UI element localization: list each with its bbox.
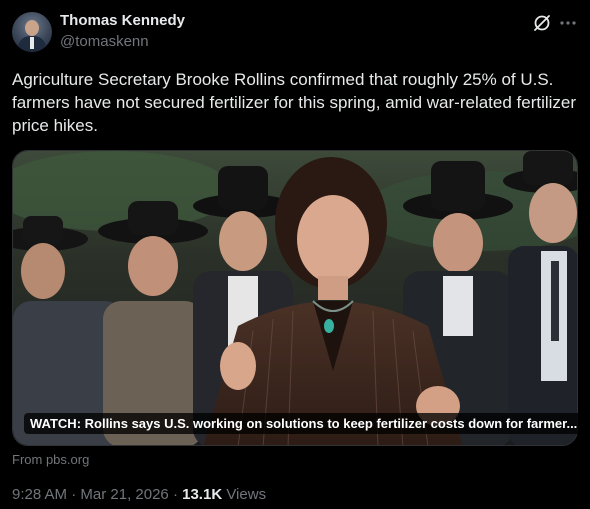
media-photo[interactable] xyxy=(13,151,578,446)
views-count[interactable]: 13.1K xyxy=(182,486,222,503)
tweet: Thomas Kennedy @tomaskenn Agriculture Se… xyxy=(0,0,590,509)
tweet-meta: 9:28 AM · Mar 21, 2026 · 13.1K Views xyxy=(12,486,266,503)
media-card[interactable] xyxy=(12,150,578,446)
meta-separator: · xyxy=(71,486,77,503)
views-label: Views xyxy=(226,486,267,503)
author-handle[interactable]: @tomaskenn xyxy=(60,33,149,50)
grok-icon[interactable] xyxy=(532,13,552,33)
link-source[interactable]: From pbs.org xyxy=(12,452,89,467)
media-caption[interactable]: WATCH: Rollins says U.S. working on solu… xyxy=(24,413,584,434)
more-horizontal-icon[interactable] xyxy=(558,13,578,33)
author-name[interactable]: Thomas Kennedy xyxy=(60,12,185,29)
tweet-text: Agriculture Secretary Brooke Rollins con… xyxy=(12,70,577,135)
tweet-time[interactable]: 9:28 AM xyxy=(12,486,67,503)
avatar[interactable] xyxy=(12,12,52,52)
tweet-date[interactable]: Mar 21, 2026 xyxy=(80,486,168,503)
meta-separator: · xyxy=(172,486,178,503)
